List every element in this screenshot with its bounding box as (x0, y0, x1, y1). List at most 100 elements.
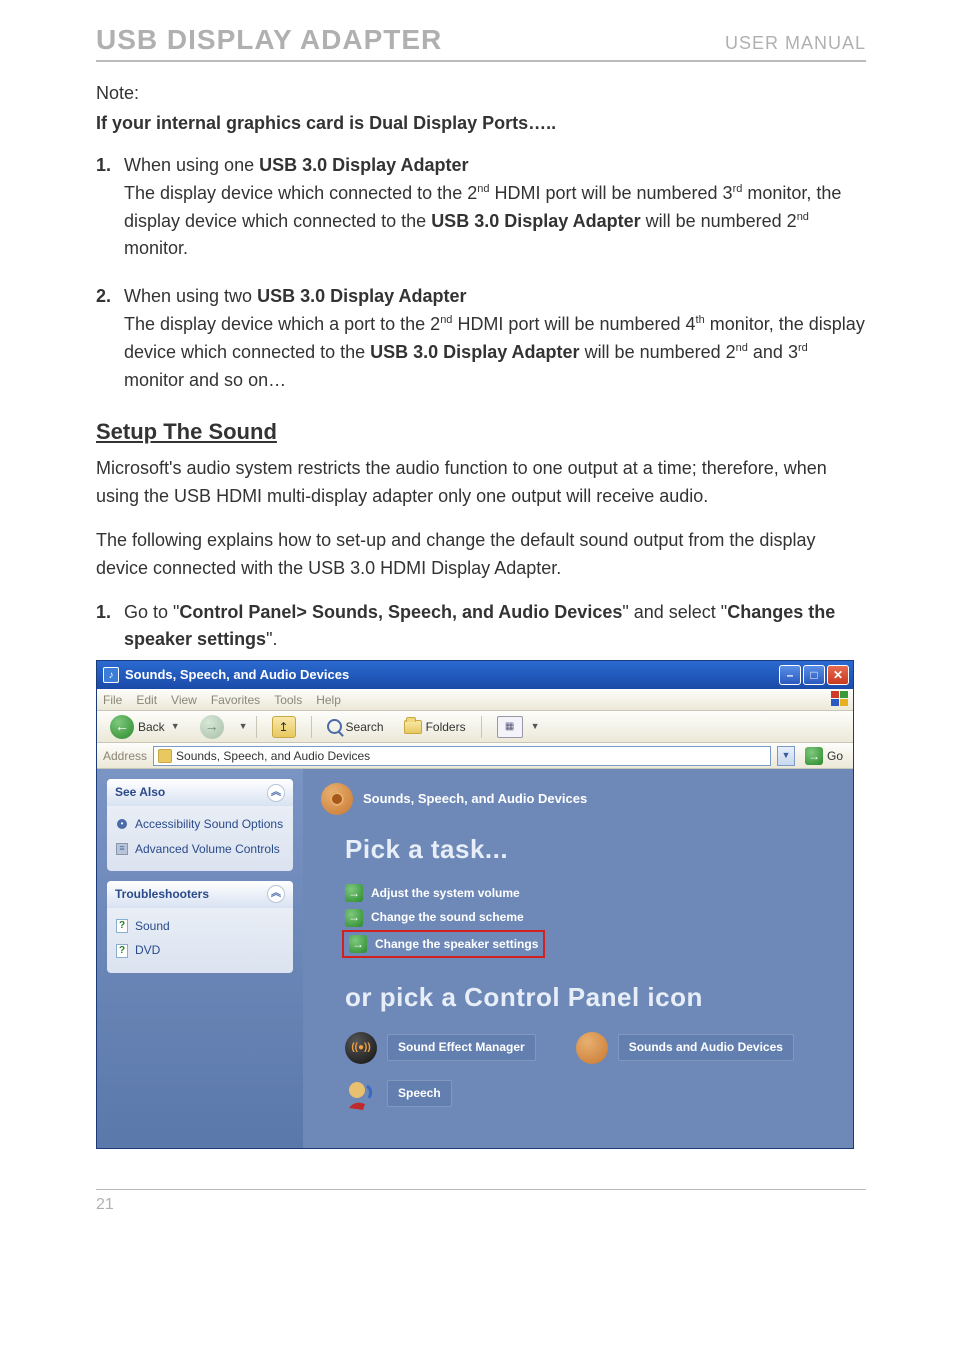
menu-view[interactable]: View (171, 691, 197, 710)
search-icon (327, 719, 342, 734)
folders-button[interactable]: Folders (397, 715, 473, 740)
text: ". (266, 629, 277, 649)
paragraph: The following explains how to set-up and… (96, 527, 866, 583)
text: will be numbered 2 (580, 342, 736, 362)
list-number: 2. (96, 283, 124, 395)
chevron-down-icon[interactable]: ▼ (239, 720, 248, 734)
views-icon: ▦ (497, 716, 523, 738)
superscript: rd (798, 342, 808, 354)
minimize-button[interactable]: – (779, 665, 801, 685)
address-bar: Address Sounds, Speech, and Audio Device… (97, 743, 853, 769)
forward-arrow-icon: → (200, 715, 224, 739)
menu-tools[interactable]: Tools (274, 691, 302, 710)
window-titlebar[interactable]: ♪ Sounds, Speech, and Audio Devices – □ … (97, 661, 853, 689)
window: ♪ Sounds, Speech, and Audio Devices – □ … (96, 660, 854, 1148)
menu-bar: File Edit View Favorites Tools Help (97, 689, 853, 711)
folder-icon (404, 720, 422, 734)
menu-help[interactable]: Help (316, 691, 341, 710)
help-icon: ? (116, 944, 128, 958)
back-label: Back (138, 718, 165, 737)
superscript: th (696, 314, 705, 326)
menu-edit[interactable]: Edit (136, 691, 157, 710)
note-bold-line: If your internal graphics card is Dual D… (96, 110, 866, 138)
folders-label: Folders (426, 718, 466, 737)
or-pick-heading: or pick a Control Panel icon (345, 977, 835, 1017)
task-arrow-icon: → (345, 884, 363, 902)
go-button[interactable]: → Go (801, 747, 847, 766)
toolbar: ← Back ▼ → ▼ ↥ Search (97, 711, 853, 743)
slider-icon: ≡ (116, 843, 128, 855)
tasks-sidebar: See Also ︽ • Accessibility Sound Options… (97, 769, 303, 1147)
cp-link-sounds-and-audio-devices[interactable]: Sounds and Audio Devices (576, 1032, 794, 1064)
speaker-category-icon (321, 783, 353, 815)
task-change-speaker-settings[interactable]: → Change the speaker settings (345, 933, 542, 956)
chevron-down-icon[interactable]: ▼ (171, 720, 180, 734)
see-also-panel: See Also ︽ • Accessibility Sound Options… (107, 779, 293, 871)
task-arrow-icon: → (345, 909, 363, 927)
list-item: 2. When using two USB 3.0 Display Adapte… (96, 283, 866, 395)
views-button[interactable]: ▦ ▼ (490, 713, 547, 741)
sidebar-item-label: Sound (135, 917, 170, 936)
text: HDMI port will be numbered 3 (489, 183, 732, 203)
bold-text: USB 3.0 Display Adapter (431, 211, 640, 231)
cp-link-sound-effect-manager[interactable]: ((●)) Sound Effect Manager (345, 1032, 536, 1064)
paragraph: Microsoft's audio system restricts the a… (96, 455, 866, 511)
window-app-icon: ♪ (103, 667, 119, 683)
sidebar-link-sound-troubleshooter[interactable]: ? Sound (115, 914, 285, 939)
help-icon: ? (116, 919, 128, 933)
window-content: See Also ︽ • Accessibility Sound Options… (97, 769, 853, 1147)
bullet-icon: • (117, 819, 127, 829)
collapse-button[interactable]: ︽ (267, 784, 285, 802)
category-title: Sounds, Speech, and Audio Devices (363, 789, 587, 809)
address-field[interactable]: Sounds, Speech, and Audio Devices (153, 746, 771, 766)
back-button[interactable]: ← Back ▼ (103, 712, 187, 742)
close-button[interactable]: ✕ (827, 665, 849, 685)
forward-button[interactable]: → (193, 712, 231, 742)
page-header-right: USER MANUAL (725, 33, 866, 54)
task-label: Change the sound scheme (371, 908, 524, 927)
task-adjust-system-volume[interactable]: → Adjust the system volume (345, 884, 835, 903)
bold-text: Control Panel> Sounds, Speech, and Audio… (179, 602, 622, 622)
speaker-icon (576, 1032, 608, 1064)
page-header-left: USB DISPLAY ADAPTER (96, 24, 442, 56)
task-label: Change the speaker settings (375, 935, 538, 954)
separator (311, 716, 312, 738)
superscript: rd (733, 183, 743, 195)
superscript: nd (797, 211, 809, 223)
text: Go to " (124, 602, 179, 622)
up-one-level-button[interactable]: ↥ (265, 713, 303, 741)
sidebar-link-accessibility-sound-options[interactable]: • Accessibility Sound Options (115, 812, 285, 837)
window-title: Sounds, Speech, and Audio Devices (125, 665, 779, 685)
maximize-button[interactable]: □ (803, 665, 825, 685)
address-dropdown[interactable]: ▼ (777, 746, 795, 766)
superscript: nd (477, 183, 489, 195)
list-item: 1. Go to "Control Panel> Sounds, Speech,… (96, 599, 866, 655)
go-arrow-icon: → (805, 747, 823, 765)
speech-icon (345, 1078, 377, 1110)
superscript: nd (440, 314, 452, 326)
page-number: 21 (96, 1196, 866, 1214)
menu-file[interactable]: File (103, 691, 122, 710)
list-number: 1. (96, 152, 124, 264)
text: When using one (124, 155, 259, 175)
folder-up-icon: ↥ (272, 716, 296, 738)
text: When using two (124, 286, 257, 306)
chevron-down-icon[interactable]: ▼ (531, 720, 540, 734)
search-button[interactable]: Search (320, 715, 391, 740)
sidebar-link-dvd-troubleshooter[interactable]: ? DVD (115, 938, 285, 963)
search-label: Search (346, 718, 384, 737)
text: monitor. (124, 238, 188, 258)
menu-favorites[interactable]: Favorites (211, 691, 260, 710)
windows-flag-icon (831, 691, 849, 707)
sound-effect-icon: ((●)) (345, 1032, 377, 1064)
list-item: 1. When using one USB 3.0 Display Adapte… (96, 152, 866, 264)
section-heading: Setup The Sound (96, 415, 866, 449)
sidebar-item-label: Advanced Volume Controls (135, 840, 280, 859)
collapse-button[interactable]: ︽ (267, 885, 285, 903)
sidebar-item-label: DVD (135, 941, 160, 960)
sidebar-link-advanced-volume-controls[interactable]: ≡ Advanced Volume Controls (115, 837, 285, 862)
task-change-sound-scheme[interactable]: → Change the sound scheme (345, 908, 835, 927)
category-main-area: Sounds, Speech, and Audio Devices Pick a… (303, 769, 853, 1147)
cp-link-speech[interactable]: Speech (345, 1078, 452, 1110)
bold-text: USB 3.0 Display Adapter (259, 155, 468, 175)
